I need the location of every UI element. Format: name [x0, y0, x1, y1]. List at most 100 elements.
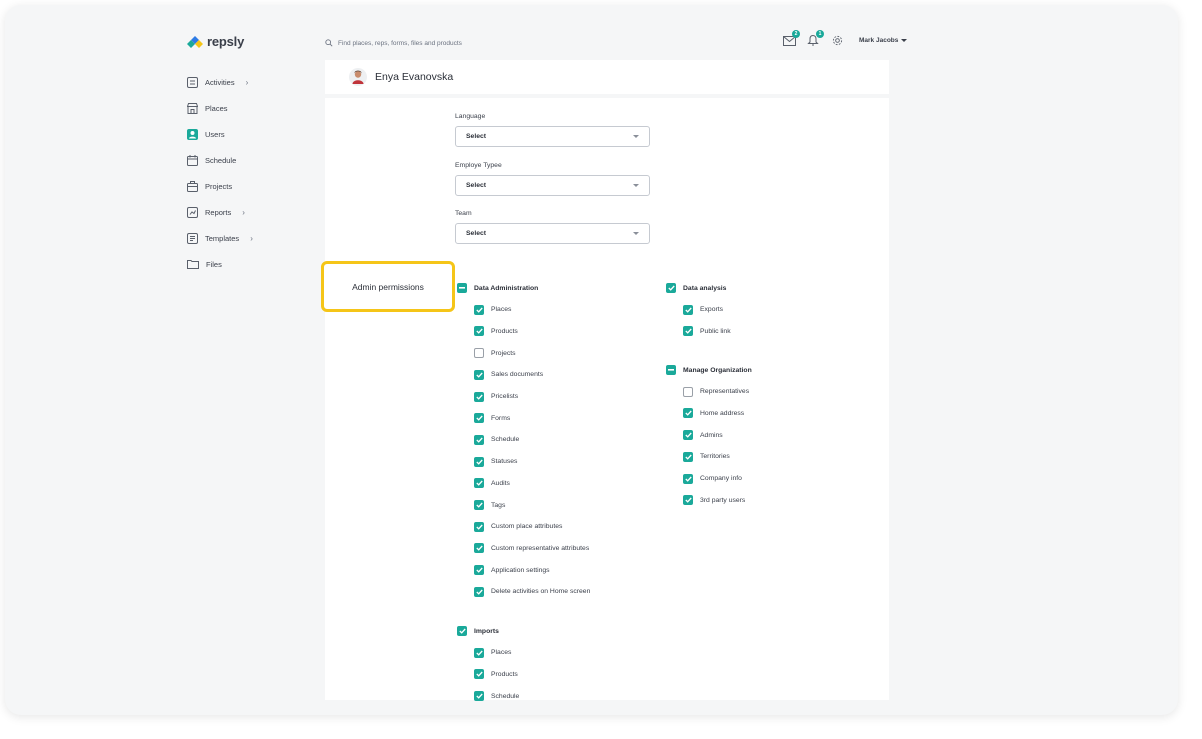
language-select[interactable]: Select	[455, 126, 650, 147]
permission-item[interactable]: Sales documents	[474, 369, 543, 381]
sidebar-item-files[interactable]: Files	[187, 251, 307, 277]
permission-item-label: Places	[491, 649, 512, 657]
logo-text: repsly	[207, 34, 245, 49]
permission-item[interactable]: 3rd party users	[683, 494, 745, 506]
sidebar-item-label: Files	[206, 259, 222, 269]
permission-item[interactable]: Audits	[474, 477, 510, 489]
briefcase-icon	[187, 180, 198, 192]
sidebar-item-projects[interactable]: Projects	[187, 173, 307, 199]
notifications-button[interactable]: 1	[805, 30, 824, 48]
permission-item[interactable]: Forms	[474, 412, 510, 424]
checkbox-checked[interactable]	[683, 304, 693, 315]
sidebar-item-schedule[interactable]: Schedule	[187, 147, 307, 173]
permission-item[interactable]: Public link	[683, 325, 731, 337]
chevron-down-icon	[633, 232, 639, 235]
team-select[interactable]: Select	[455, 223, 650, 244]
checkbox-checked[interactable]	[474, 669, 484, 680]
permission-item[interactable]: Products	[474, 668, 518, 680]
chevron-right-icon: ›	[242, 207, 245, 217]
employee-type-select[interactable]: Select	[455, 175, 650, 196]
permission-item[interactable]: Custom representative attributes	[474, 542, 589, 554]
settings-button[interactable]	[829, 32, 845, 48]
checkbox-checked[interactable]	[474, 543, 484, 554]
permission-item[interactable]: Products	[474, 325, 518, 337]
checkbox-checked[interactable]	[474, 304, 484, 315]
checkbox-checked[interactable]	[683, 451, 693, 462]
checkbox-checked[interactable]	[666, 283, 676, 293]
sidebar-item-label: Reports	[205, 207, 232, 217]
notifications-badge: 1	[816, 30, 824, 38]
permission-item[interactable]: Custom place attributes	[474, 521, 562, 533]
employee-type-label: Employe Typee	[455, 162, 502, 169]
checkbox-checked[interactable]	[474, 413, 484, 424]
checkbox-checked[interactable]	[474, 326, 484, 337]
user-name: Mark Jacobs	[859, 36, 899, 44]
checkbox-checked[interactable]	[474, 391, 484, 402]
sidebar-item-label: Places	[205, 103, 228, 113]
permission-item[interactable]: Home address	[683, 407, 744, 419]
checkbox-unchecked[interactable]	[474, 348, 484, 359]
search-input[interactable]	[338, 39, 638, 47]
sidebar-item-users[interactable]: Users	[187, 121, 307, 147]
checkbox-checked[interactable]	[474, 369, 484, 380]
checkbox-checked[interactable]	[683, 326, 693, 337]
sidebar-item-label: Projects	[205, 181, 233, 191]
language-label: Language	[455, 113, 486, 120]
permission-group-data-administration[interactable]: Data Administration	[457, 282, 538, 294]
permission-group-manage-organization[interactable]: Manage Organization	[666, 364, 752, 376]
reports-icon	[187, 206, 198, 218]
checkbox-checked[interactable]	[683, 473, 693, 484]
checkbox-checked[interactable]	[474, 500, 484, 510]
permission-item[interactable]: Company info	[683, 473, 742, 485]
permission-item[interactable]: Projects	[474, 347, 516, 359]
messages-button[interactable]: 2	[781, 30, 800, 48]
sidebar-item-label: Schedule	[205, 155, 237, 165]
gear-icon	[832, 35, 842, 45]
checkbox-checked[interactable]	[474, 565, 484, 576]
permission-item-label: Exports	[700, 306, 724, 314]
permission-item[interactable]: Representatives	[683, 386, 749, 398]
sidebar-item-templates[interactable]: Templates ›	[187, 225, 307, 251]
permission-item[interactable]: Exports	[683, 304, 723, 316]
permission-group-data-analysis[interactable]: Data analysis	[666, 282, 726, 294]
permission-item[interactable]: Admins	[683, 429, 723, 441]
sidebar-item-activities[interactable]: Activities ›	[187, 69, 307, 95]
checkbox-checked[interactable]	[474, 521, 484, 532]
permission-item[interactable]: Schedule	[474, 434, 519, 446]
checkbox-checked[interactable]	[474, 647, 484, 658]
checkbox-checked[interactable]	[683, 408, 693, 419]
checkbox-unchecked[interactable]	[683, 386, 693, 397]
checkbox-checked[interactable]	[683, 495, 693, 506]
permission-item-label: Products	[491, 670, 518, 678]
repsly-logo[interactable]: repsly	[187, 34, 244, 49]
permission-item[interactable]: Application settings	[474, 564, 550, 576]
permission-item[interactable]: Territories	[683, 451, 730, 463]
checkbox-checked[interactable]	[474, 434, 484, 445]
global-search[interactable]	[325, 34, 745, 52]
permission-group-label: Data analysis	[683, 284, 727, 292]
permission-item[interactable]: Tags	[474, 499, 505, 511]
checkbox-checked[interactable]	[474, 691, 484, 702]
permission-item-label: Tags	[491, 501, 506, 509]
user-menu[interactable]: Mark Jacobs	[859, 36, 908, 44]
templates-icon	[187, 232, 198, 244]
checkbox-partial[interactable]	[666, 365, 676, 375]
permission-item[interactable]: Places	[474, 304, 511, 316]
permission-item[interactable]: Schedule	[474, 690, 519, 702]
sidebar-item-places[interactable]: Places	[187, 95, 307, 121]
permission-item[interactable]: Delete activities on Home screen	[474, 586, 590, 598]
checkbox-checked[interactable]	[457, 626, 467, 636]
permission-item-label: Schedule	[491, 692, 520, 700]
permission-item[interactable]: Places	[474, 647, 511, 659]
checkbox-checked[interactable]	[474, 586, 484, 597]
sidebar-item-reports[interactable]: Reports ›	[187, 199, 307, 225]
page-title: Enya Evanovska	[375, 71, 454, 83]
permission-item[interactable]: Statuses	[474, 456, 517, 468]
checkbox-checked[interactable]	[474, 456, 484, 467]
permission-item-label: Admins	[700, 431, 723, 439]
permission-group-imports[interactable]: Imports	[457, 625, 499, 637]
checkbox-partial[interactable]	[457, 283, 467, 293]
checkbox-checked[interactable]	[474, 478, 484, 489]
permission-item[interactable]: Pricelists	[474, 391, 518, 403]
checkbox-checked[interactable]	[683, 430, 693, 441]
